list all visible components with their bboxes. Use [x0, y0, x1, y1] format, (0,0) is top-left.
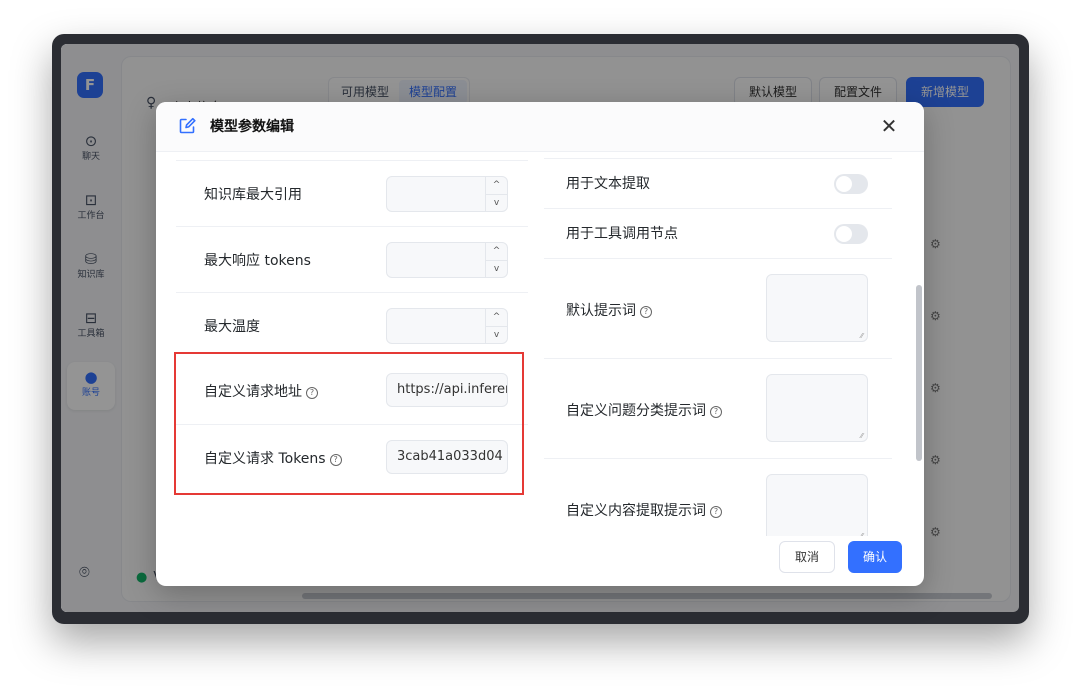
classify-prompt-textarea[interactable] [766, 374, 868, 442]
model-param-edit-dialog: 模型参数编辑 ✕ 知识库最大引用 ^ v 最大响应 tokens ^ v 最大温度 … [156, 102, 924, 586]
number-stepper[interactable]: ^ v [485, 309, 507, 343]
dialog-body[interactable]: 知识库最大引用 ^ v 最大响应 tokens ^ v 最大温度 ^ v 自定义请求地… [156, 152, 924, 536]
field-label: 用于文本提取 [566, 176, 650, 192]
extract-prompt-textarea[interactable] [766, 474, 868, 536]
chevron-down-icon[interactable]: v [486, 326, 507, 343]
cancel-button[interactable]: 取消 [779, 541, 835, 573]
dialog-header: 模型参数编辑 ✕ [156, 102, 924, 152]
number-stepper[interactable]: ^ v [485, 177, 507, 211]
field-label: 最大响应 tokens [204, 253, 311, 269]
kb-max-quote-input[interactable]: ^ v [386, 176, 508, 212]
number-stepper[interactable]: ^ v [485, 243, 507, 277]
field-row: 最大温度 ^ v [176, 292, 528, 358]
field-row: 自定义问题分类提示词? [544, 358, 892, 458]
field-row: 用于工具调用节点 [544, 208, 892, 258]
highlight-box [174, 352, 524, 495]
help-icon[interactable]: ? [710, 406, 722, 418]
max-response-tokens-input[interactable]: ^ v [386, 242, 508, 278]
field-label: 自定义问题分类提示词? [566, 401, 722, 421]
edit-icon [179, 117, 196, 134]
dialog-title: 模型参数编辑 [210, 119, 294, 135]
chevron-down-icon[interactable]: v [486, 260, 507, 277]
field-row: 默认提示词? [544, 258, 892, 358]
field-label: 自定义内容提取提示词? [566, 501, 722, 521]
chevron-up-icon[interactable]: ^ [486, 243, 507, 260]
vertical-scrollbar[interactable] [916, 285, 922, 461]
field-label-text: 默认提示词 [566, 303, 636, 319]
field-label: 用于工具调用节点 [566, 226, 678, 242]
confirm-button[interactable]: 确认 [848, 541, 902, 573]
close-icon[interactable]: ✕ [876, 113, 902, 139]
tool-call-node-toggle[interactable] [834, 224, 868, 244]
field-label-text: 自定义内容提取提示词 [566, 503, 706, 519]
field-row: 自定义内容提取提示词? [544, 458, 892, 536]
field-label: 默认提示词? [566, 301, 652, 321]
max-temperature-input[interactable]: ^ v [386, 308, 508, 344]
help-icon[interactable]: ? [710, 506, 722, 518]
text-extraction-toggle[interactable] [834, 174, 868, 194]
chevron-down-icon[interactable]: v [486, 194, 507, 211]
field-row: 最大响应 tokens ^ v [176, 226, 528, 292]
field-row: 用于文本提取 [544, 158, 892, 208]
chevron-up-icon[interactable]: ^ [486, 309, 507, 326]
dialog-footer: 取消 确认 [156, 536, 924, 586]
default-prompt-textarea[interactable] [766, 274, 868, 342]
field-label-text: 自定义问题分类提示词 [566, 403, 706, 419]
help-icon[interactable]: ? [640, 306, 652, 318]
field-row: 知识库最大引用 ^ v [176, 160, 528, 226]
field-label: 知识库最大引用 [204, 187, 302, 203]
field-label: 最大温度 [204, 319, 260, 335]
chevron-up-icon[interactable]: ^ [486, 177, 507, 194]
